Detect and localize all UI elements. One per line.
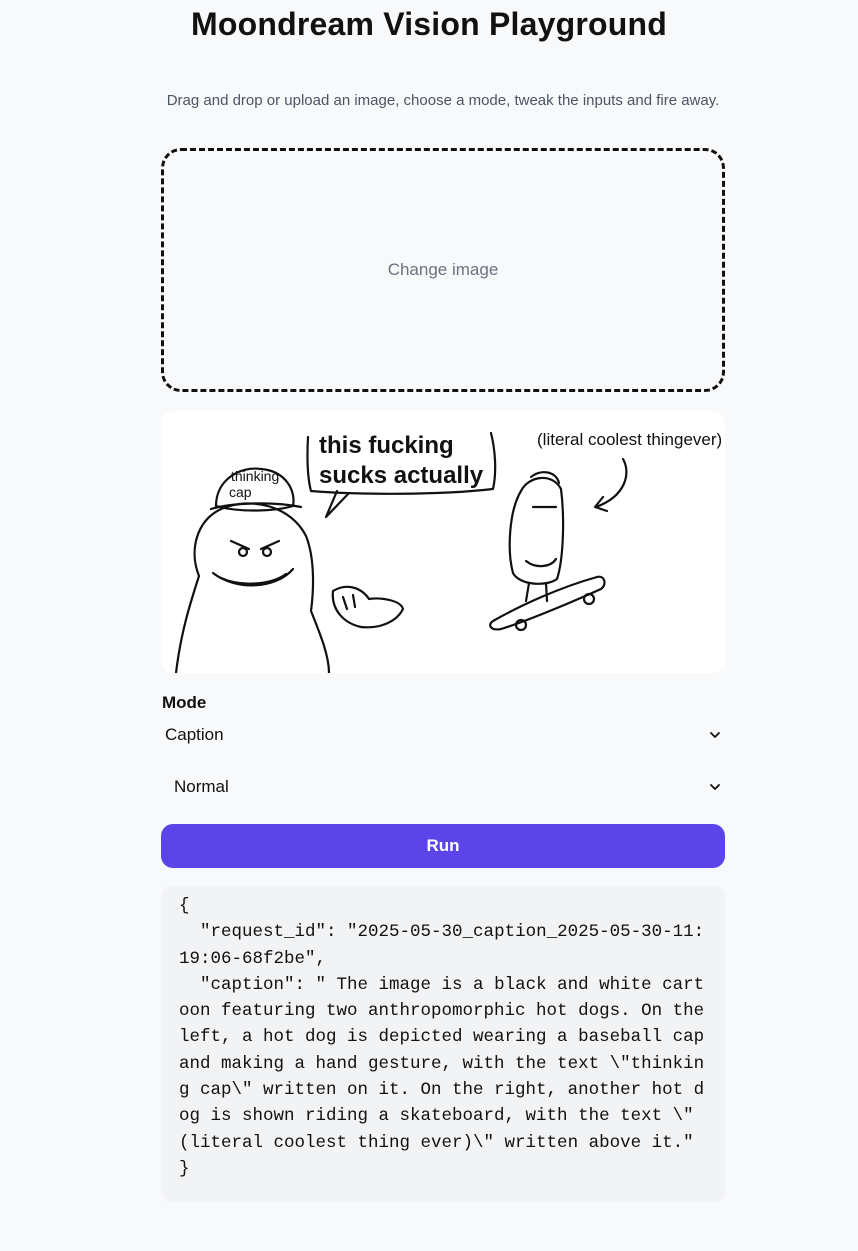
run-button[interactable]: Run — [161, 824, 725, 868]
speech-text-line-2: sucks actually — [319, 462, 484, 489]
mode-label: Mode — [162, 693, 207, 712]
mode-select-value: Caption — [165, 725, 224, 744]
caption-length-value: Normal — [174, 777, 229, 796]
output-panel: { "request_id": "2025-05-30_caption_2025… — [161, 886, 725, 1202]
output-json: { "request_id": "2025-05-30_caption_2025… — [179, 896, 705, 1179]
speech-text-line-1: this fucking — [319, 432, 454, 459]
cartoon-image: this fucking sucks actually thinking cap… — [174, 430, 722, 673]
mode-select[interactable]: Caption — [161, 717, 725, 753]
cap-text-line-2: cap — [229, 484, 252, 500]
chevron-down-icon — [710, 784, 720, 790]
page-subtitle: Drag and drop or upload an image, choose… — [166, 92, 720, 109]
coolest-text: (literal coolest thingever) — [537, 430, 722, 449]
cap-text-line-1: thinking — [231, 468, 279, 484]
change-image-label: Change image — [387, 260, 499, 279]
page-title: Moondream Vision Playground — [191, 6, 667, 42]
chevron-down-icon — [710, 732, 720, 738]
caption-length-select[interactable]: Normal — [161, 769, 725, 805]
image-dropzone[interactable]: Change image — [161, 148, 725, 392]
image-preview: this fucking sucks actually thinking cap… — [161, 411, 725, 673]
